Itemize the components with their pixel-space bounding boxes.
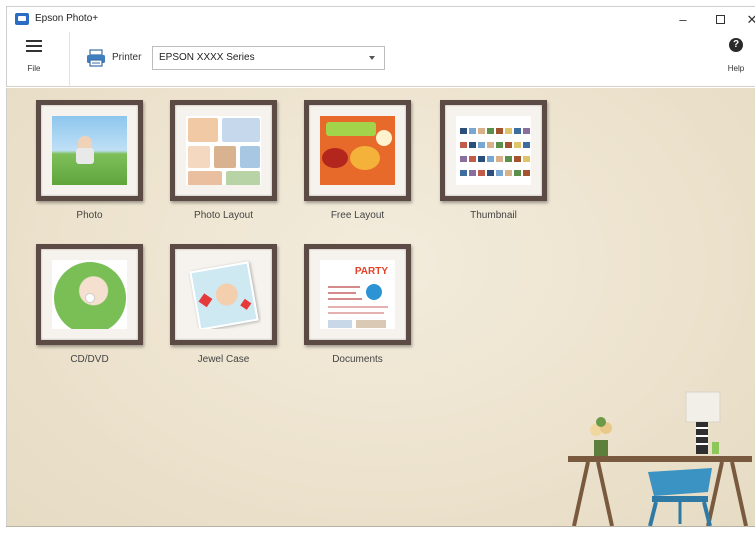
tile-label: Photo Layout [194,210,253,221]
thumbnail-cell [496,170,503,176]
thumbnail-cell [487,128,494,134]
app-icon [15,13,29,25]
thumbnail-cell [469,142,476,148]
desk-decoration-illustration [568,391,752,526]
thumbnail-cell [514,170,521,176]
help-label: Help [727,64,745,73]
thumbnail-cell [487,142,494,148]
tile-label: CD/DVD [70,354,109,365]
frame [36,100,143,201]
thumbnail-cell [523,142,530,148]
thumbnail-cell [460,142,467,148]
thumbnail-cell [460,156,467,162]
tile-label: Documents [332,354,383,365]
minimize-button[interactable]: – [668,9,698,31]
printer-icon [87,49,105,67]
frame [36,244,143,345]
close-button[interactable]: ✕ [737,9,755,31]
flyer-heading: PARTY [354,266,388,277]
thumbnail-cell [505,156,512,162]
thumbnail-cell [514,156,521,162]
thumbnail-cell [514,128,521,134]
thumbnail-cell [478,142,485,148]
printer-label: Printer [112,52,142,63]
thumbnail-cell [487,170,494,176]
toolbar: File Printer EPSON XXXX Series ? Help [6,32,755,87]
jewel-case-image [186,260,261,329]
thumbnail-cell [514,142,521,148]
thumbnail-cell [505,142,512,148]
tile-label: Jewel Case [197,354,250,365]
free-layout-thumbnail-image [320,116,395,185]
photo-thumbnail-image [52,116,127,185]
thumbnail-cell [523,170,530,176]
thumbnail-cell [505,170,512,176]
documents-flyer-image: PARTY [320,260,395,329]
thumbnail-cell [523,156,530,162]
tile-photo[interactable]: Photo [36,100,143,221]
toolbar-divider [69,32,70,87]
thumbnail-cell [469,128,476,134]
frame [304,100,411,201]
thumbnail-cell [478,170,485,176]
frame [170,100,277,201]
thumbnail-cell [478,156,485,162]
thumbnail-cell [496,142,503,148]
cd-disc-image [52,260,127,329]
tile-cd-dvd[interactable]: CD/DVD [36,244,143,365]
tile-documents[interactable]: PARTY Documents [304,244,411,365]
file-label: File [27,64,41,73]
tile-jewel-case[interactable]: Jewel Case [170,244,277,365]
help-icon: ? [729,38,743,52]
maximize-button[interactable] [705,9,735,31]
frame [440,100,547,201]
thumbnail-grid-image [456,116,531,185]
thumbnail-cell [460,170,467,176]
thumbnail-cell [469,170,476,176]
status-bar [6,526,755,535]
help-button[interactable]: ? Help [719,36,753,82]
thumbnail-cell [523,128,530,134]
hamburger-menu-icon [26,40,42,52]
tile-photo-layout[interactable]: Photo Layout [170,100,277,221]
frame [170,244,277,345]
file-menu-button[interactable]: File [17,38,51,82]
thumbnail-cell [478,128,485,134]
thumbnail-cell [469,156,476,162]
tile-free-layout[interactable]: Free Layout [304,100,411,221]
thumbnail-cell [496,156,503,162]
tile-label: Photo [76,210,103,221]
chevron-down-icon [369,56,375,60]
tile-label: Thumbnail [470,210,517,221]
tile-label: Free Layout [330,210,385,221]
maximize-icon [715,15,725,24]
printer-select[interactable]: EPSON XXXX Series [152,46,385,70]
thumbnail-cell [460,128,467,134]
tile-thumbnail[interactable]: Thumbnail [440,100,547,221]
frame: PARTY [304,244,411,345]
thumbnail-cell [505,128,512,134]
title-bar: Epson Photo+ – ✕ [6,6,755,32]
photo-layout-thumbnail-image [186,116,261,185]
window-title: Epson Photo+ [35,13,99,24]
thumbnail-cell [487,156,494,162]
thumbnail-cell [496,128,503,134]
printer-select-value: EPSON XXXX Series [159,52,255,63]
